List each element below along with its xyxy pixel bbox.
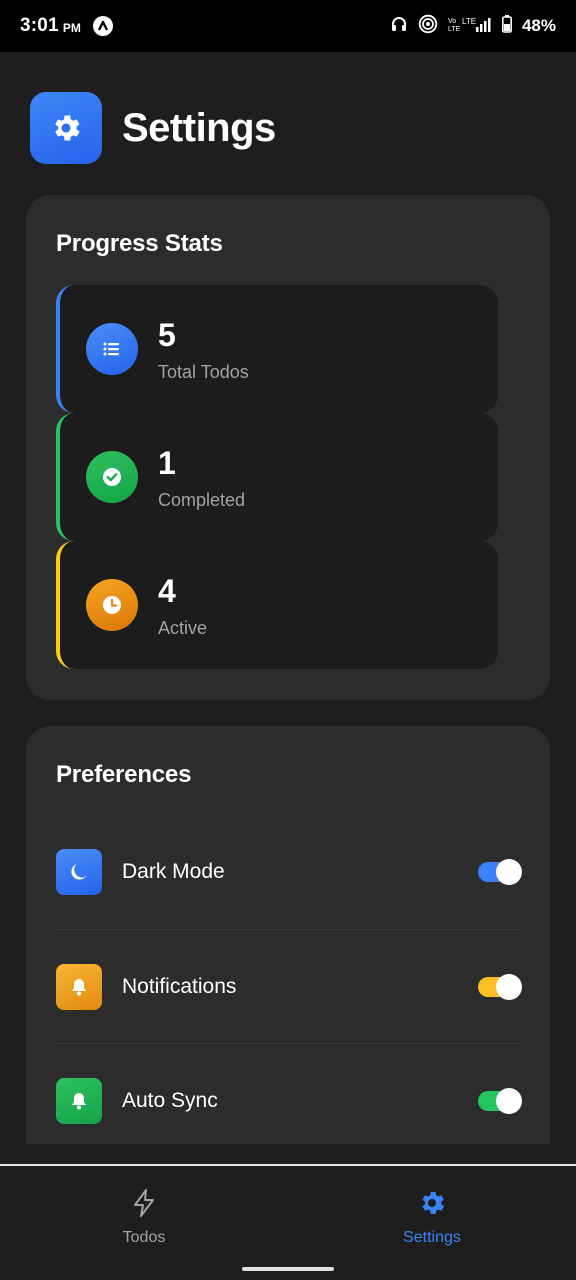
nav-item-settings[interactable]: Settings [352,1188,512,1247]
svg-text:Vo: Vo [448,18,456,25]
preferences-title: Preferences [56,761,192,788]
headphones-icon [390,15,408,38]
svg-text:LTE: LTE [462,17,476,26]
pref-notifications[interactable]: Notifications [56,930,522,1044]
stat-total-todos: 5 Total Todos [56,285,498,413]
stat-value: 1 [158,444,176,481]
gear-icon [30,92,102,164]
preferences-card: Preferences Dark Mode Notifications Auto… [26,726,550,1144]
nav-label: Settings [403,1229,461,1246]
pref-auto-sync[interactable]: Auto Sync [56,1044,522,1158]
gear-icon [417,1188,447,1223]
toggle-knob [496,1088,522,1114]
nav-label: Todos [122,1229,166,1246]
moon-icon [56,849,102,895]
toggle-knob [496,859,522,885]
page-header: Settings [30,92,276,164]
page-title: Settings [122,105,276,150]
lightning-icon [130,1188,158,1223]
nav-item-todos[interactable]: Todos [64,1188,224,1247]
pref-dark-mode[interactable]: Dark Mode [56,815,522,929]
settings-screen: 3:01 PM Vo LTE LTE 48% Settings Progress… [0,0,576,1280]
check-circle-icon [86,451,138,503]
progress-stats-card: Progress Stats 5 Total Todos 1 Completed… [26,195,550,700]
status-ampm: PM [62,20,81,35]
status-bar: 3:01 PM Vo LTE LTE 48% [0,0,576,52]
svg-text:LTE: LTE [448,26,461,33]
stat-active: 4 Active [56,541,498,669]
signal-icon: Vo LTE LTE [448,15,492,38]
hotspot-icon [418,14,438,39]
stat-label: Total Todos [158,361,249,382]
status-time: 3:01 [20,15,59,36]
bell-icon [56,964,102,1010]
bottom-nav: Todos Settings [0,1164,576,1280]
stat-value: 4 [158,572,176,609]
battery-icon [501,14,512,38]
pref-label: Auto Sync [122,1089,218,1112]
toggle-knob [496,974,522,1000]
notifications-toggle[interactable] [478,974,522,1000]
stat-completed: 1 Completed [56,413,498,541]
app-icon [92,16,113,36]
battery-percentage: 48% [521,16,556,35]
clock-icon [86,579,138,631]
pref-label: Notifications [122,975,237,998]
home-indicator[interactable] [242,1267,334,1271]
dark-mode-toggle[interactable] [478,859,522,885]
stat-label: Completed [158,489,246,510]
pref-label: Dark Mode [122,860,225,883]
stat-label: Active [158,617,208,638]
progress-stats-title: Progress Stats [56,230,223,257]
stat-value: 5 [158,316,176,353]
auto-sync-toggle[interactable] [478,1088,522,1114]
list-icon [86,323,138,375]
status-icons: Vo LTE LTE 48% [390,14,556,39]
bell-icon [56,1078,102,1124]
